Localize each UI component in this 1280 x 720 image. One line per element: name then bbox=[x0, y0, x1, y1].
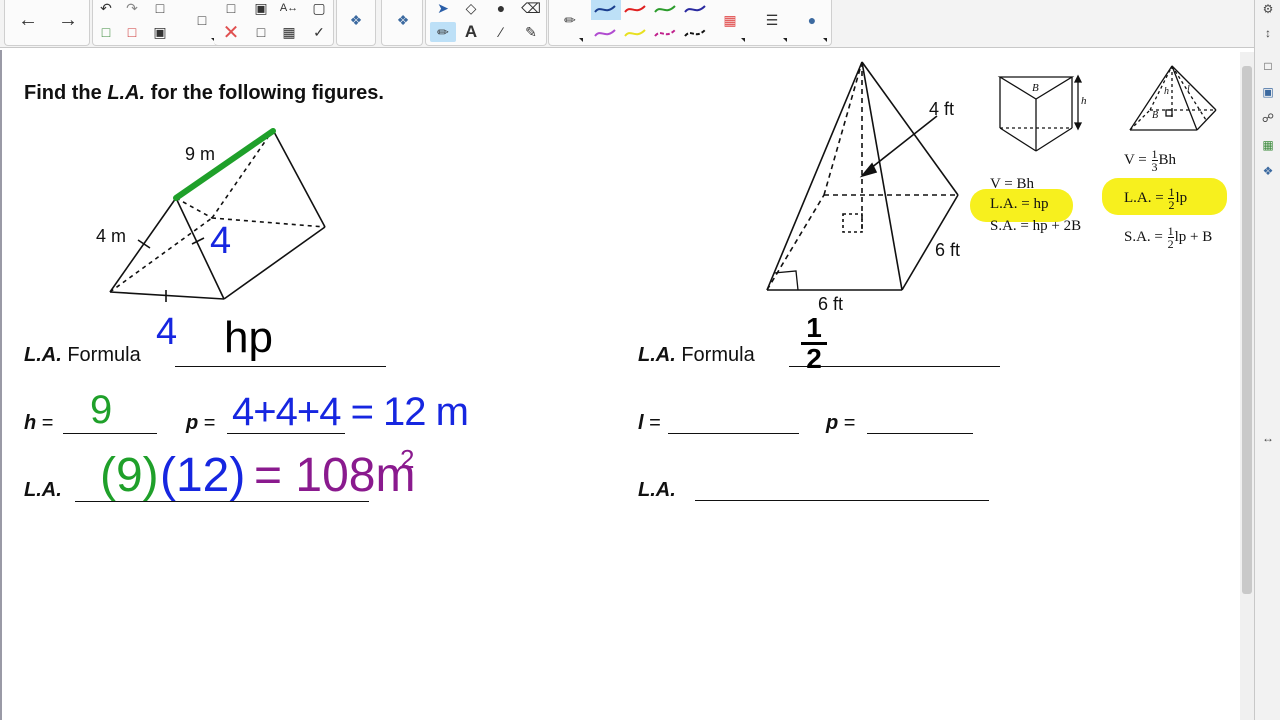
square-pyramid-figure bbox=[766, 61, 959, 291]
ink-base-4: 4 bbox=[156, 311, 178, 353]
ref-prism-base-label: B bbox=[1032, 82, 1039, 94]
ink-half-numerator: 1 bbox=[806, 312, 822, 343]
ink-h-value: 9 bbox=[90, 388, 113, 432]
ref-pyramid-sa: S.A. = 1 2 lp + B bbox=[1124, 224, 1213, 251]
pyramid-slant-label: 4 ft bbox=[929, 99, 955, 119]
ink-la-twelve: (12) bbox=[160, 449, 246, 502]
ref-prism-volume: V = Bh bbox=[990, 176, 1035, 192]
right-la-formula-label: L.A. Formula bbox=[638, 344, 755, 366]
side-panel: ⚙ ↕ □ ▣ ☍ ▦ ❖ ↔ bbox=[1254, 0, 1280, 720]
ref-pyramid-base-label: B bbox=[1152, 110, 1159, 121]
ink-la-exponent: 2 bbox=[400, 444, 415, 474]
figures-layer bbox=[109, 61, 1217, 302]
ref-prism-height-label: h bbox=[1081, 95, 1087, 107]
ref-pyramid-la: L.A. = 1 2 lp bbox=[1124, 185, 1188, 212]
notebook-app: ← → ↶ ↷ □ □ □ ▣ □ □ ▣ A↔ ▢ ✕ □ ▦ ✓ ❖ ❖ ➤… bbox=[0, 0, 1280, 720]
ref-pyramid-height-label: h bbox=[1164, 86, 1169, 97]
ink-la-nine: (9) bbox=[100, 449, 159, 502]
ref-pyramid-volume: V = 1 3 Bh bbox=[1124, 147, 1177, 174]
left-h-label: h = bbox=[24, 412, 54, 434]
ink-p-value: 4+4+4 = 12 m bbox=[232, 390, 469, 434]
settings-gear-icon[interactable]: ⚙ bbox=[1259, 0, 1277, 18]
right-p-blank[interactable] bbox=[867, 433, 973, 434]
page-sorter-icon[interactable]: □ bbox=[1259, 57, 1277, 75]
left-h-blank[interactable] bbox=[63, 433, 157, 434]
gallery-icon[interactable]: ▣ bbox=[1259, 83, 1277, 101]
ink-hp: hp bbox=[224, 313, 273, 362]
properties-tab-icon[interactable]: ▦ bbox=[1259, 136, 1277, 154]
left-la-formula-label: L.A. Formula bbox=[24, 344, 141, 366]
prism-length-label: 9 m bbox=[185, 144, 216, 164]
ref-prism-la: L.A. = hp bbox=[990, 196, 1049, 212]
scrollbar-thumb[interactable] bbox=[1242, 66, 1252, 594]
ref-pyramid-slant-label: l bbox=[1187, 84, 1190, 95]
left-la-formula-blank[interactable] bbox=[175, 366, 386, 367]
left-la-label: L.A. bbox=[24, 479, 62, 501]
reference-prism-icon bbox=[997, 74, 1083, 152]
reference-pyramid-icon bbox=[1129, 65, 1217, 131]
move-toolbar-icon[interactable]: ↕ bbox=[1259, 24, 1277, 42]
ink-la-result: = 108m bbox=[254, 449, 416, 502]
panel-resize-icon[interactable]: ↔ bbox=[1259, 429, 1277, 447]
addons-tab-icon[interactable]: ❖ bbox=[1259, 162, 1277, 180]
right-la-label: L.A. bbox=[638, 479, 676, 501]
ref-prism-sa: S.A. = hp + 2B bbox=[990, 218, 1082, 234]
ink-side-4: 4 bbox=[210, 220, 232, 262]
ink-half-denominator: 2 bbox=[806, 343, 822, 374]
triangular-prism-figure bbox=[109, 129, 326, 302]
left-p-label: p = bbox=[186, 412, 216, 434]
right-l-blank[interactable] bbox=[668, 433, 799, 434]
pyramid-side-label: 6 ft bbox=[935, 240, 961, 260]
attachments-icon[interactable]: ☍ bbox=[1259, 109, 1277, 127]
prism-side-label: 4 m bbox=[96, 226, 127, 246]
right-p-label: p = bbox=[826, 412, 856, 434]
ink-one-half: 1 2 bbox=[799, 314, 829, 373]
right-l-label: l = bbox=[638, 412, 661, 434]
right-la-blank[interactable] bbox=[695, 500, 989, 501]
